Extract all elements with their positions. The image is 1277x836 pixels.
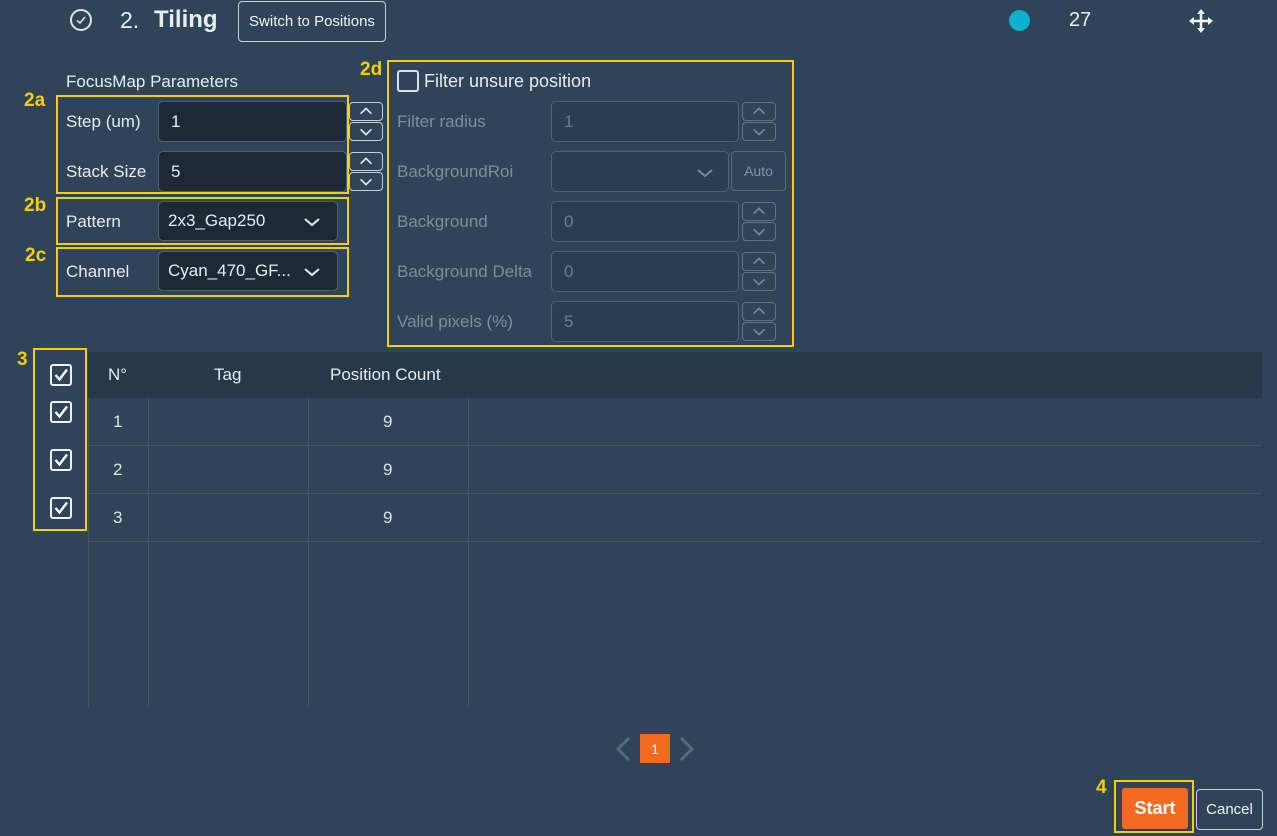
valid-pixels-input[interactable]: 5 — [551, 301, 739, 342]
channel-label: Channel — [66, 262, 130, 281]
annotation-2a: 2a — [24, 90, 46, 111]
start-button[interactable]: Start — [1122, 788, 1188, 829]
cell-number: 3 — [113, 508, 123, 527]
table-header — [88, 352, 1262, 398]
row-checkbox[interactable] — [50, 449, 72, 471]
row-checkbox[interactable] — [50, 401, 72, 423]
annotation-3: 3 — [17, 349, 28, 370]
filter-radius-label: Filter radius — [397, 112, 486, 131]
background-increment-button[interactable] — [742, 202, 776, 221]
background-delta-label: Background Delta — [397, 262, 533, 281]
annotation-2b: 2b — [24, 195, 47, 216]
step-label: Step (um) — [66, 112, 141, 131]
stack-size-increment-button[interactable] — [349, 152, 383, 171]
annotation-2d: 2d — [360, 59, 383, 80]
cancel-button[interactable]: Cancel — [1196, 789, 1263, 830]
cell-number: 1 — [113, 412, 123, 431]
row-divider — [88, 445, 1262, 446]
step-complete-icon — [70, 9, 92, 31]
background-delta-input[interactable]: 0 — [551, 251, 739, 292]
chevron-down-icon — [696, 166, 714, 184]
stack-size-label: Stack Size — [66, 162, 147, 181]
step-number: 2. — [120, 7, 140, 33]
step-decrement-button[interactable] — [349, 122, 383, 141]
status-indicator-icon — [1009, 10, 1030, 31]
background-roi-label: BackgroundRoi — [397, 162, 514, 181]
valid-pixels-increment-button[interactable] — [742, 302, 776, 321]
switch-to-positions-button[interactable]: Switch to Positions — [238, 1, 386, 42]
background-input[interactable]: 0 — [551, 201, 739, 242]
cell-position-count: 9 — [383, 460, 393, 479]
step-input[interactable]: 1 — [158, 101, 347, 142]
row-checkbox[interactable] — [50, 497, 72, 519]
row-divider — [88, 541, 1262, 542]
pattern-select-value: 2x3_Gap250 — [168, 211, 266, 230]
chevron-down-icon — [303, 265, 321, 283]
cell-position-count: 9 — [383, 412, 393, 431]
valid-pixels-label: Valid pixels (%) — [397, 312, 513, 331]
background-decrement-button[interactable] — [742, 222, 776, 241]
focusmap-section-label: FocusMap Parameters — [66, 72, 238, 91]
valid-pixels-decrement-button[interactable] — [742, 322, 776, 341]
pattern-label: Pattern — [66, 212, 121, 231]
position-total-count: 27 — [1069, 9, 1092, 31]
previous-page-icon[interactable] — [612, 735, 634, 768]
column-header-number[interactable]: N° — [108, 365, 127, 385]
column-header-tag[interactable]: Tag — [214, 365, 241, 385]
step-increment-button[interactable] — [349, 102, 383, 121]
channel-select-value: Cyan_470_GF... — [168, 261, 291, 280]
auto-button[interactable]: Auto — [731, 151, 786, 191]
next-page-icon[interactable] — [676, 735, 698, 768]
filter-radius-increment-button[interactable] — [742, 102, 776, 121]
move-icon[interactable] — [1187, 7, 1215, 40]
filter-unsure-label: Filter unsure position — [424, 71, 592, 91]
page-button-current[interactable]: 1 — [640, 734, 670, 763]
background-delta-decrement-button[interactable] — [742, 272, 776, 291]
stack-size-decrement-button[interactable] — [349, 172, 383, 191]
annotation-2c: 2c — [25, 245, 47, 266]
filter-radius-input[interactable]: 1 — [551, 101, 739, 142]
row-divider — [88, 493, 1262, 494]
select-all-checkbox[interactable] — [50, 364, 72, 386]
background-label: Background — [397, 212, 488, 231]
cell-position-count: 9 — [383, 508, 393, 527]
cell-number: 2 — [113, 460, 123, 479]
page-title: Tiling — [154, 6, 218, 33]
filter-unsure-checkbox[interactable] — [397, 70, 419, 92]
annotation-4: 4 — [1096, 777, 1107, 798]
filter-radius-decrement-button[interactable] — [742, 122, 776, 141]
column-header-position-count[interactable]: Position Count — [330, 365, 441, 385]
stack-size-input[interactable]: 5 — [158, 151, 347, 192]
chevron-down-icon — [303, 215, 321, 233]
background-delta-increment-button[interactable] — [742, 252, 776, 271]
